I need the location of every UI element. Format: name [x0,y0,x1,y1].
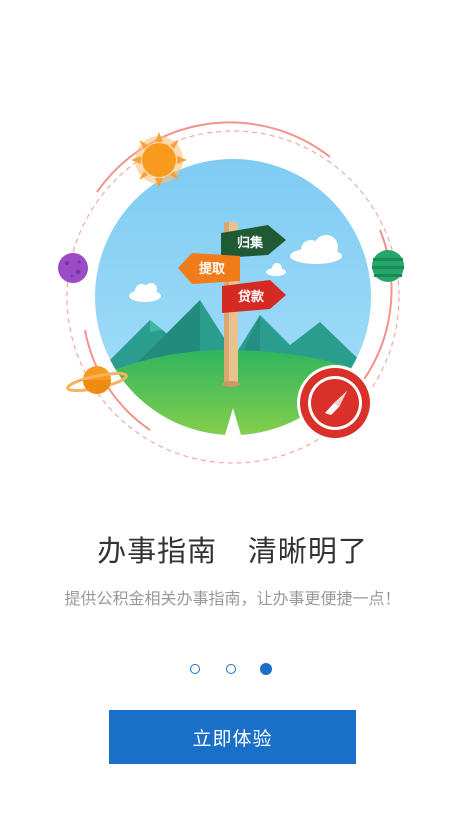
start-experience-button[interactable]: 立即体验 [109,710,356,764]
compass-icon [297,365,373,441]
guide-illustration: 归集 提取 贷款 [58,121,404,464]
sign-right-label: 贷款 [238,289,265,305]
page-headline: 办事指南 清晰明了 [97,534,368,568]
sign-top-label: 归集 [237,235,264,251]
page-dot-1[interactable] [190,664,200,674]
sun-icon [131,132,187,188]
page-dot-3-active[interactable] [260,663,272,675]
page-subtitle: 提供公积金相关办事指南，让办事更便捷一点！ [64,589,401,608]
page-indicator [0,663,465,678]
sign-left-label: 提取 [199,261,226,277]
green-planet-icon [372,250,404,282]
page-dot-2[interactable] [226,664,236,674]
purple-planet-icon [58,253,88,283]
